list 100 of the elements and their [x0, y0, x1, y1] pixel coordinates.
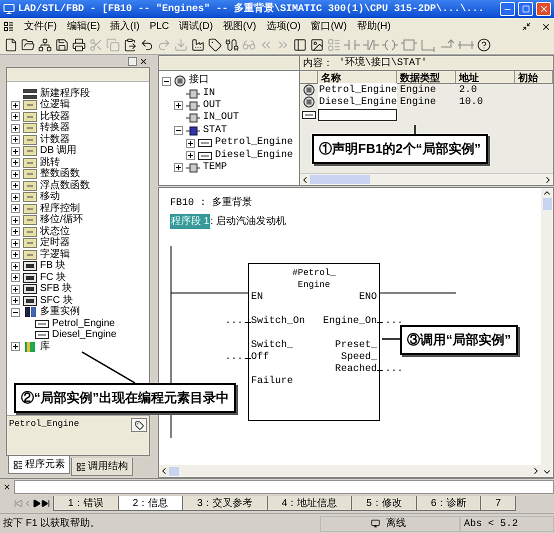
network-icon[interactable] [38, 38, 52, 52]
tree-item[interactable]: 计数器 [40, 134, 70, 145]
horizontal-scrollbar[interactable] [300, 173, 553, 185]
expand-icon[interactable] [11, 170, 20, 179]
output-tab[interactable]: 2：信息 [118, 496, 184, 511]
tree-item[interactable]: OUT [203, 100, 222, 111]
wire-placeholder[interactable]: ... [222, 352, 245, 364]
tree-item[interactable]: 位逻辑 [40, 100, 70, 110]
expand-icon[interactable] [174, 163, 183, 172]
expand-icon[interactable] [11, 216, 20, 225]
tree-item[interactable]: SFB 块 [40, 284, 72, 294]
tree-item[interactable]: FB 块 [40, 261, 66, 272]
expand-icon[interactable] [11, 124, 20, 133]
tree-item[interactable]: TEMP [203, 162, 228, 173]
menu-item[interactable]: 选项(O) [266, 19, 301, 34]
collapse-icon[interactable] [11, 308, 20, 317]
menu-item[interactable]: 帮助(H) [356, 19, 391, 34]
output-tab[interactable]: 7 [480, 496, 516, 511]
output-tab[interactable]: 6：诊断 [416, 496, 482, 511]
expand-icon[interactable] [11, 296, 20, 306]
tree-item[interactable]: 移位/循环 [40, 215, 83, 226]
expand-icon[interactable] [11, 112, 20, 122]
expand-icon[interactable] [11, 273, 20, 282]
expand-icon[interactable] [11, 192, 20, 202]
help-icon[interactable] [477, 38, 491, 52]
expand-icon[interactable] [186, 138, 195, 148]
tree-item[interactable]: SFC 块 [40, 296, 73, 306]
tree-item[interactable]: 程序控制 [40, 204, 80, 214]
paste-icon[interactable] [123, 38, 137, 52]
tree-item[interactable]: DB 调用 [40, 146, 77, 156]
output-tab[interactable]: 3：交叉参考 [182, 496, 268, 511]
info-button[interactable] [131, 418, 147, 432]
open-folder-icon[interactable] [21, 38, 35, 52]
horizontal-scrollbar[interactable] [159, 465, 541, 477]
print-icon[interactable] [72, 38, 86, 52]
image-icon[interactable] [310, 38, 324, 52]
tree-item[interactable]: Petrol_Engine [52, 318, 115, 329]
panel-icon[interactable] [293, 38, 307, 52]
tree-item[interactable]: 浮点数函数 [40, 180, 90, 191]
expand-icon[interactable] [11, 204, 20, 214]
column-header[interactable]: 初始 [515, 71, 553, 83]
tree-item[interactable]: 比较器 [40, 112, 70, 122]
close-icon[interactable] [139, 56, 148, 66]
maximize-button[interactable] [518, 2, 533, 16]
output-tab[interactable]: 1：错误 [53, 496, 119, 511]
expand-icon[interactable] [186, 151, 195, 160]
close-button[interactable] [536, 2, 551, 16]
file-icon[interactable] [4, 38, 18, 52]
expand-icon[interactable] [11, 158, 20, 168]
minimize-button[interactable] [500, 2, 515, 16]
tree-item[interactable]: IN [203, 88, 216, 99]
menu-item[interactable]: 编辑(E) [66, 19, 100, 34]
close-icon[interactable] [541, 22, 551, 32]
tree-item[interactable]: Diesel_Engine [215, 150, 294, 161]
last-icon[interactable] [41, 499, 50, 508]
expand-icon[interactable] [174, 101, 183, 110]
tree-item[interactable]: Diesel_Engine [52, 330, 116, 340]
wire-placeholder[interactable]: ... [222, 316, 245, 328]
output-tab[interactable]: 4：地址信息 [266, 496, 352, 511]
expand-icon[interactable] [11, 227, 20, 236]
factory-icon[interactable] [191, 38, 205, 52]
menu-item[interactable]: 视图(V) [222, 19, 256, 34]
scrollbar-thumb[interactable] [169, 466, 179, 476]
save-icon[interactable] [55, 38, 69, 52]
tree-item[interactable]: 库 [40, 342, 50, 352]
panel-tab[interactable]: 调用结构 [71, 458, 133, 476]
wire-placeholder[interactable]: ... [383, 316, 406, 328]
tree-item[interactable]: STAT [203, 126, 228, 136]
wire-placeholder[interactable]: ... [383, 364, 406, 376]
column-header[interactable]: 数据类型 [397, 71, 456, 83]
scrollbar-thumb[interactable] [542, 198, 552, 210]
scrollbar-thumb[interactable] [310, 175, 370, 184]
tree-item[interactable]: IN_OUT [203, 113, 240, 124]
tree-item[interactable]: 新建程序段 [40, 88, 90, 99]
restore-icon[interactable] [522, 22, 531, 31]
panel-tab[interactable]: 程序元素 [8, 456, 70, 474]
tree-item[interactable]: 移动 [40, 192, 60, 202]
tree-item[interactable]: 字逻辑 [40, 250, 70, 260]
tree-item[interactable]: Petrol_Engine [215, 138, 294, 148]
expand-icon[interactable] [11, 262, 20, 271]
expand-icon[interactable] [11, 135, 20, 144]
next-icon[interactable] [32, 499, 41, 508]
tree-item[interactable]: 接口 [189, 76, 209, 86]
expand-icon[interactable] [11, 146, 20, 156]
tag-icon[interactable] [208, 38, 222, 52]
expand-icon[interactable] [11, 100, 20, 110]
expand-icon[interactable] [11, 250, 20, 260]
menu-item[interactable]: 文件(F) [24, 19, 57, 34]
collapse-icon[interactable] [162, 76, 171, 86]
expand-icon[interactable] [11, 181, 20, 190]
input-field[interactable] [318, 108, 397, 120]
tree-item[interactable]: 转换器 [40, 123, 70, 134]
tree-item[interactable]: 跳转 [40, 158, 60, 168]
tree-item[interactable]: 定时器 [40, 238, 70, 248]
menu-item[interactable]: PLC [150, 19, 170, 34]
close-icon[interactable] [3, 483, 11, 491]
tree-item[interactable]: 整数函数 [40, 169, 80, 180]
menu-item[interactable]: 调试(D) [179, 19, 213, 34]
cable-icon[interactable] [225, 38, 239, 52]
vertical-scrollbar[interactable] [541, 188, 553, 477]
